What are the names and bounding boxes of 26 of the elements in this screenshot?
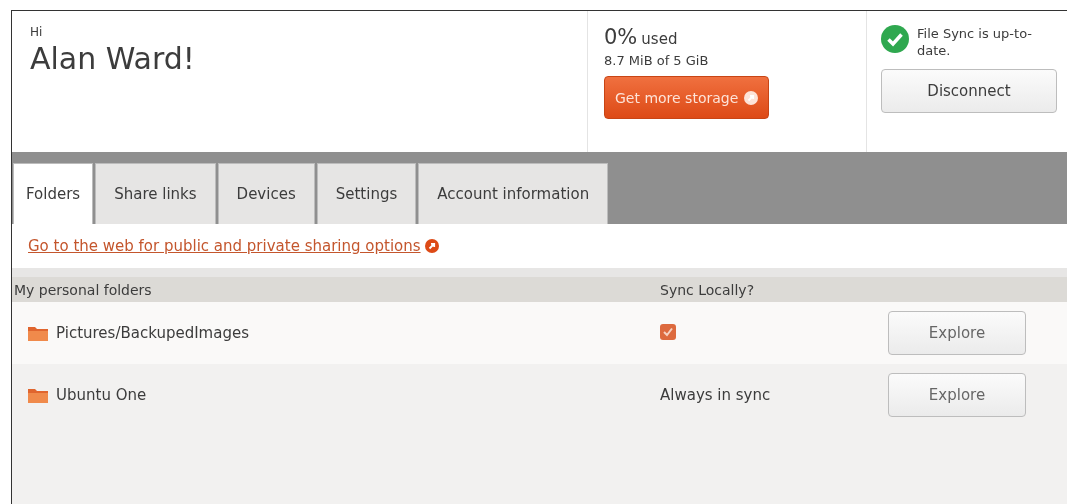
check-circle-icon (881, 25, 909, 53)
column-header: My personal folders (14, 281, 152, 298)
folder-icon (28, 387, 48, 403)
tab[interactable]: Share links (95, 163, 216, 224)
user-name: Alan Ward! (30, 41, 195, 76)
external-link-icon (744, 90, 759, 105)
explore-button[interactable]: Explore (888, 373, 1026, 417)
tab[interactable]: Devices (217, 163, 315, 224)
explore-button[interactable]: Explore (888, 311, 1026, 355)
external-link-icon (424, 239, 439, 253)
usage-percent: 0% (604, 25, 638, 49)
folder-name: Ubuntu One (56, 386, 147, 404)
folder-name: Pictures/BackupedImages (56, 324, 249, 342)
sync-checkbox[interactable] (660, 324, 676, 340)
web-sharing-link[interactable]: Go to the web for public and private sharing options (28, 237, 421, 255)
usage-label: used (641, 30, 678, 48)
tab[interactable]: Folders (13, 163, 94, 224)
tab[interactable]: Account information (418, 163, 609, 224)
folder-icon (28, 325, 48, 341)
sync-status: File Sync is up-to-date. (917, 25, 1034, 59)
tab[interactable]: Settings (316, 163, 417, 224)
column-header: Sync Locally? (660, 281, 755, 298)
greeting-text: Hi (30, 25, 43, 39)
sync-status-text: Always in sync (660, 386, 771, 404)
storage-amount: 8.7 MiB of 5 GiB (604, 53, 709, 68)
disconnect-button[interactable]: Disconnect (881, 69, 1057, 113)
